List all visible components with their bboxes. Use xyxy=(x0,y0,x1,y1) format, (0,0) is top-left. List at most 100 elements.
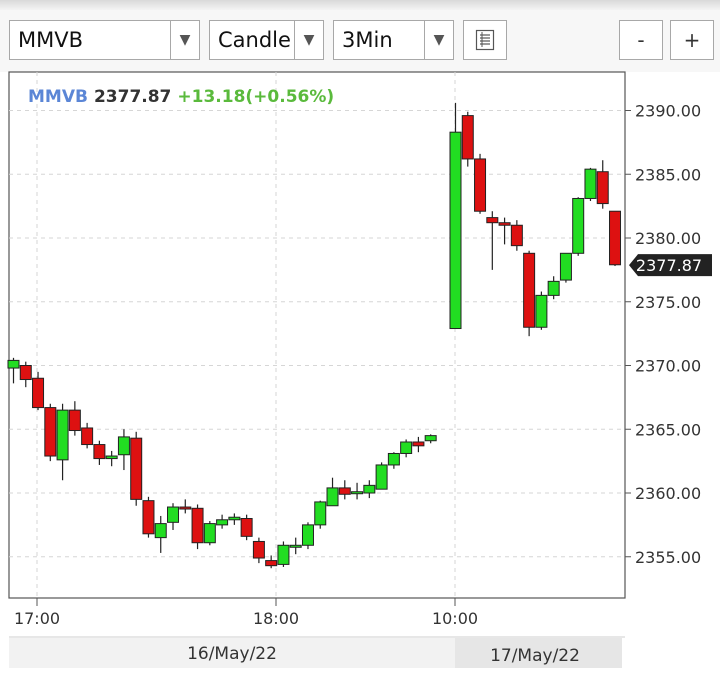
candle-body xyxy=(32,377,45,409)
candle-body xyxy=(216,519,229,526)
candle-body xyxy=(277,544,290,565)
candle-body xyxy=(326,487,339,507)
chart-area[interactable]: 2390.00 2385.00 2380.00 2375.00 2370.00 2365.… xyxy=(0,66,720,677)
candle-body xyxy=(510,224,523,247)
candle xyxy=(203,521,216,546)
candle-body xyxy=(609,210,622,266)
symbol-select-value: MMVB xyxy=(18,28,84,52)
candle-body xyxy=(559,252,572,281)
candle-body xyxy=(400,441,413,454)
zoom-in-button[interactable]: + xyxy=(670,20,714,60)
candle-body xyxy=(449,131,462,330)
chart-options-button[interactable] xyxy=(463,20,507,60)
last-price-label: 2377.87 xyxy=(636,256,702,275)
candle-body xyxy=(289,544,302,548)
candle-body xyxy=(424,435,437,442)
candle-body xyxy=(93,444,106,460)
candle-body xyxy=(130,437,143,500)
x-tick-label: 18:00 xyxy=(253,609,299,628)
candle xyxy=(609,210,622,267)
candle xyxy=(301,522,314,550)
chart-type-select[interactable]: Candle ▼ xyxy=(209,20,324,60)
candle-body xyxy=(547,280,560,296)
interval-select-value: 3Min xyxy=(342,28,393,52)
candle-body xyxy=(117,436,130,456)
candle xyxy=(584,167,597,202)
quote-price: 2377.87 xyxy=(94,87,171,107)
top-shadow xyxy=(0,0,720,10)
chevron-down-icon: ▼ xyxy=(424,21,453,59)
candle-body xyxy=(486,217,499,224)
candle-body xyxy=(142,500,155,535)
candle xyxy=(130,431,143,506)
candle-body xyxy=(81,427,94,446)
candle-body xyxy=(375,464,388,490)
candle-body xyxy=(523,252,536,328)
y-tick-label: 2365.00 xyxy=(635,420,701,439)
y-tick-label: 2380.00 xyxy=(635,229,701,248)
candle xyxy=(474,153,487,214)
candle-body xyxy=(228,516,241,521)
candle-body xyxy=(19,365,32,381)
candle-body xyxy=(240,518,253,537)
candle-body xyxy=(498,222,511,226)
candle xyxy=(523,250,536,337)
candle-body xyxy=(7,359,20,369)
quote-change: +13.18(+0.56%) xyxy=(177,87,334,107)
candle-body xyxy=(167,506,180,523)
date-label: 17/May/22 xyxy=(490,646,580,666)
chevron-down-icon: ▼ xyxy=(294,21,323,59)
candle xyxy=(461,111,474,167)
y-tick-label: 2385.00 xyxy=(635,165,701,184)
candle xyxy=(314,500,327,529)
candle-body xyxy=(572,197,585,254)
candle-body xyxy=(314,501,327,526)
candle-body xyxy=(338,487,351,495)
candle-body xyxy=(412,441,425,447)
zoom-out-button[interactable]: - xyxy=(619,20,663,60)
candle-body xyxy=(596,171,609,205)
candle xyxy=(559,252,572,283)
candle-body xyxy=(461,115,474,160)
candle xyxy=(535,291,548,330)
candle xyxy=(375,462,388,490)
candle xyxy=(572,197,585,256)
y-tick-label: 2375.00 xyxy=(635,293,701,312)
candle-body xyxy=(252,540,265,559)
candle-body xyxy=(56,409,69,461)
candle-body xyxy=(535,294,548,328)
candle-body xyxy=(191,507,204,544)
y-tick-label: 2370.00 xyxy=(635,357,701,376)
candle-body xyxy=(105,455,118,460)
candle-body xyxy=(179,506,192,510)
quote-header: MMVB 2377.87 +13.18(+0.56%) xyxy=(28,87,334,107)
list-icon xyxy=(475,29,495,51)
candle-body xyxy=(301,524,314,546)
candle-body xyxy=(387,452,400,466)
candle xyxy=(277,541,290,567)
candle-body xyxy=(68,409,81,432)
candle xyxy=(449,102,462,330)
symbol-select[interactable]: MMVB ▼ xyxy=(9,20,200,60)
candle-body xyxy=(584,168,597,199)
candle xyxy=(240,514,253,541)
x-tick-label: 17:00 xyxy=(14,609,60,628)
chevron-down-icon: ▼ xyxy=(170,21,199,59)
candle-body xyxy=(44,407,57,457)
candle xyxy=(44,403,57,462)
x-tick-label: 10:00 xyxy=(432,609,478,628)
candle-body xyxy=(265,560,278,567)
candlestick-chart[interactable]: 2390.00 2385.00 2380.00 2375.00 2370.00 2365.… xyxy=(0,66,720,677)
interval-select[interactable]: 3Min ▼ xyxy=(333,20,454,60)
candle-body xyxy=(154,523,167,539)
y-tick-label: 2360.00 xyxy=(635,484,701,503)
y-tick-label: 2355.00 xyxy=(635,548,701,567)
candle xyxy=(191,504,204,550)
chart-type-select-value: Candle xyxy=(218,28,291,52)
y-tick-label: 2390.00 xyxy=(635,102,701,121)
candle-body xyxy=(474,158,487,212)
candle-body xyxy=(363,484,376,494)
candle-body xyxy=(351,491,364,495)
candle-body xyxy=(203,523,216,544)
quote-symbol: MMVB xyxy=(28,87,88,107)
